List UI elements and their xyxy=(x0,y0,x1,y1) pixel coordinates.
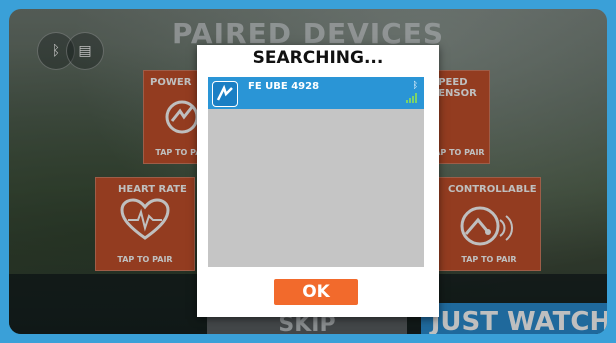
device-row[interactable]: FE UBE 4928 ᛒ xyxy=(208,77,424,109)
searching-dialog: SEARCHING... FE UBE 4928 ᛒ OK xyxy=(197,45,439,317)
dialog-title: SEARCHING... xyxy=(197,45,439,71)
device-list: FE UBE 4928 ᛒ xyxy=(208,77,424,267)
ok-button[interactable]: OK xyxy=(274,279,358,305)
app-frame: PAIRED DEVICES ᛒ ▤ POWER TAP TO PAIR SPE… xyxy=(0,0,616,343)
device-name: FE UBE 4928 xyxy=(248,81,320,92)
signal-strength-icon xyxy=(406,93,417,103)
brand-logo-icon xyxy=(212,81,238,107)
bluetooth-icon: ᛒ xyxy=(412,81,418,91)
